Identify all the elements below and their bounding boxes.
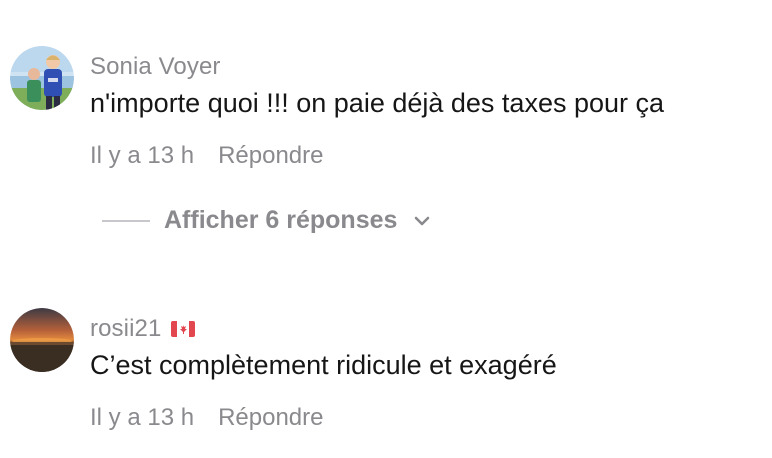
timestamp: Il y a 13 h bbox=[90, 404, 195, 431]
comments-panel: Sonia Voyer n'importe quoi !!! on paie d… bbox=[0, 0, 772, 458]
avatar[interactable] bbox=[10, 308, 74, 372]
comment-text: n'importe quoi !!! on paie déjà des taxe… bbox=[90, 88, 665, 118]
username[interactable]: rosii21 bbox=[90, 315, 161, 343]
canada-flag-icon bbox=[171, 321, 196, 337]
reply-button[interactable]: Répondre bbox=[218, 404, 323, 432]
avatar[interactable] bbox=[10, 46, 74, 110]
reply-button[interactable]: Répondre bbox=[218, 142, 323, 170]
comment-text: C’est complètement ridicule et exagéré bbox=[90, 350, 557, 380]
show-replies-label: Afficher 6 réponses bbox=[164, 206, 398, 234]
comment-meta: Il y a 13 h Répondre bbox=[90, 142, 323, 170]
show-replies-button[interactable]: Afficher 6 réponses bbox=[102, 206, 433, 235]
username-row: rosii21 bbox=[90, 312, 196, 346]
timestamp: Il y a 13 h bbox=[90, 142, 195, 169]
username-row: Sonia Voyer bbox=[90, 50, 221, 84]
comment-meta: Il y a 13 h Répondre bbox=[90, 404, 323, 432]
username[interactable]: Sonia Voyer bbox=[90, 53, 221, 81]
chevron-down-icon bbox=[415, 216, 430, 225]
replies-divider bbox=[102, 219, 150, 222]
